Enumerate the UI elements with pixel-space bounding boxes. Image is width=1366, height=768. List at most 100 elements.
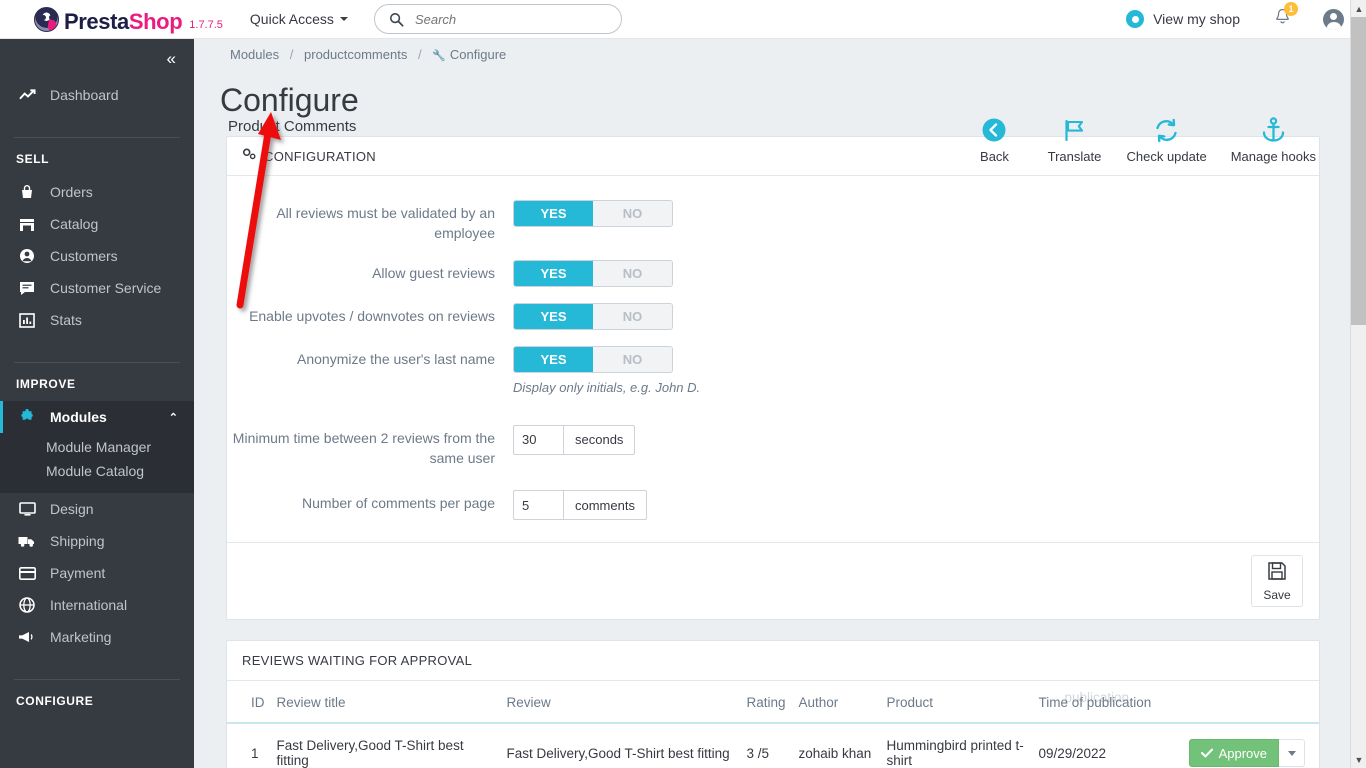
configuration-panel-footer: Save	[227, 542, 1319, 619]
cell-id: 1	[227, 723, 271, 768]
toggle-no[interactable]: NO	[593, 346, 672, 372]
wrench-icon: 🔧	[432, 50, 446, 62]
scrollbar-thumb[interactable]	[1351, 17, 1366, 325]
sidebar-item-orders[interactable]: Orders	[0, 176, 194, 208]
sidebar-section-improve: IMPROVE	[16, 377, 76, 391]
page-subtitle: Product Comments	[228, 118, 357, 135]
refresh-icon	[1153, 114, 1180, 146]
translate-button[interactable]: Translate	[1046, 114, 1102, 164]
sidebar-item-modules[interactable]: Modules ⌃	[0, 401, 194, 433]
sidebar-item-customers[interactable]: Customers	[0, 240, 194, 272]
sidebar-item-catalog[interactable]: Catalog	[0, 208, 194, 240]
table-header-row: ID Review title Review Rating Author Pro…	[227, 681, 1319, 725]
page-toolbar: Back Translate Check update Manage hooks	[942, 114, 1316, 164]
quick-access-menu[interactable]: Quick Access	[250, 11, 348, 27]
sidebar-item-marketing[interactable]: Marketing	[0, 621, 194, 653]
approve-label: Approve	[1218, 745, 1267, 761]
column-title: Review title	[270, 681, 501, 725]
page-scrollbar[interactable]: ▲ ▼	[1350, 0, 1366, 768]
page-header: Configure Product Comments Back Translat…	[194, 62, 1352, 164]
version-label: 1.7.7.5	[189, 18, 223, 31]
reviews-table: ID Review title Review Rating Author Pro…	[227, 681, 1319, 768]
scroll-up-arrow-icon[interactable]: ▲	[1351, 0, 1366, 17]
cell-author: zohaib khan	[792, 723, 881, 768]
form-label: Number of comments per page	[302, 495, 495, 512]
notifications-button[interactable]: 1	[1274, 1, 1298, 31]
table-row[interactable]: 1 Fast Delivery,Good T-Shirt best fittin…	[227, 723, 1319, 768]
sidebar-item-customer-service[interactable]: Customer Service	[0, 272, 194, 304]
save-button[interactable]: Save	[1251, 555, 1303, 608]
form-row-comments-per-page: Number of comments per page comments	[227, 490, 1319, 521]
sidebar-item-label: Payment	[50, 565, 106, 581]
form-label: Minimum time between 2 reviews from the …	[232, 429, 495, 466]
toggle-yes[interactable]: YES	[514, 346, 593, 372]
breadcrumb-separator: /	[417, 47, 422, 62]
bar-chart-icon	[16, 312, 38, 328]
globe-icon	[16, 597, 38, 613]
toggle-anonymize[interactable]: YES NO	[513, 345, 673, 373]
sidebar-item-stats[interactable]: Stats	[0, 304, 194, 336]
caret-down-icon	[1287, 750, 1296, 756]
gears-icon	[242, 148, 257, 164]
check-update-button[interactable]: Check update	[1126, 114, 1207, 164]
toggle-yes[interactable]: YES	[514, 201, 593, 226]
sidebar-submenu-modules: Module Manager Module Catalog	[0, 433, 194, 493]
brand-second: Shop	[128, 8, 183, 34]
anonymize-hint: Display only initials, e.g. John D.	[513, 379, 701, 395]
approve-dropdown-button[interactable]	[1279, 739, 1305, 768]
search-box[interactable]	[373, 4, 622, 34]
sidebar-item-label: Design	[50, 501, 94, 517]
breadcrumb-productcomments[interactable]: productcomments	[304, 47, 407, 62]
sidebar-item-dashboard[interactable]: Dashboard	[0, 79, 194, 111]
chevron-down-icon	[339, 17, 348, 21]
avatar[interactable]	[1323, 8, 1344, 30]
sidebar-item-label: Marketing	[50, 629, 112, 645]
view-my-shop-button[interactable]: View my shop	[1126, 10, 1240, 28]
approve-button-group: Approve	[1188, 739, 1305, 768]
sidebar: « Dashboard SELL Orders Catalog Customer…	[0, 39, 194, 768]
form-label: Anonymize the user's last name	[297, 350, 495, 367]
manage-hooks-button[interactable]: Manage hooks	[1231, 114, 1316, 164]
sidebar-item-international[interactable]: International	[0, 589, 194, 621]
sidebar-item-design[interactable]: Design	[0, 493, 194, 525]
toggle-upvotes[interactable]: YES NO	[513, 302, 673, 330]
toggle-validate-reviews[interactable]: YES NO	[513, 200, 673, 227]
min-time-input[interactable]	[513, 424, 563, 455]
sidebar-collapse-button[interactable]: «	[0, 39, 194, 79]
toggle-yes[interactable]: YES	[514, 260, 593, 286]
comments-per-page-input-group: comments	[513, 490, 647, 521]
back-label: Back	[980, 149, 1009, 164]
breadcrumb-modules[interactable]: Modules	[230, 47, 279, 62]
configuration-panel: CONFIGURATION All reviews must be valida…	[226, 136, 1320, 621]
prestashop-logo[interactable]: PrestaShop 1.7.7.5	[34, 6, 223, 34]
toggle-guest-reviews[interactable]: YES NO	[513, 259, 673, 287]
form-label: Allow guest reviews	[372, 264, 495, 281]
floppy-disk-icon	[1267, 561, 1287, 585]
toggle-no[interactable]: NO	[593, 303, 672, 329]
form-label: Enable upvotes / downvotes on reviews	[249, 307, 495, 324]
sidebar-item-payment[interactable]: Payment	[0, 557, 194, 589]
sidebar-item-module-manager[interactable]: Module Manager	[0, 435, 194, 459]
search-input[interactable]	[414, 11, 595, 27]
approve-button[interactable]: Approve	[1188, 739, 1279, 768]
form-control: comments	[513, 490, 1319, 521]
sidebar-item-label: Dashboard	[50, 87, 119, 103]
min-time-input-group: seconds	[513, 424, 636, 455]
sidebar-item-shipping[interactable]: Shipping	[0, 525, 194, 557]
sidebar-section-sell: SELL	[16, 152, 50, 166]
column-rating: Rating	[740, 681, 793, 725]
toggle-no[interactable]: NO	[593, 201, 672, 226]
back-button[interactable]: Back	[966, 114, 1022, 164]
check-update-label: Check update	[1126, 149, 1207, 164]
toggle-no[interactable]: NO	[593, 260, 672, 286]
cell-actions: Approve	[1162, 723, 1319, 768]
quick-access-label: Quick Access	[249, 11, 334, 27]
comments-per-page-input[interactable]	[513, 490, 563, 521]
form-control: YES NO	[513, 259, 1319, 287]
toggle-yes[interactable]: YES	[514, 303, 593, 329]
sidebar-item-module-catalog[interactable]: Module Catalog	[0, 459, 194, 483]
scroll-down-arrow-icon[interactable]: ▼	[1351, 751, 1366, 768]
reviews-panel: REVIEWS WAITING FOR APPROVAL ID Review t…	[226, 640, 1320, 768]
